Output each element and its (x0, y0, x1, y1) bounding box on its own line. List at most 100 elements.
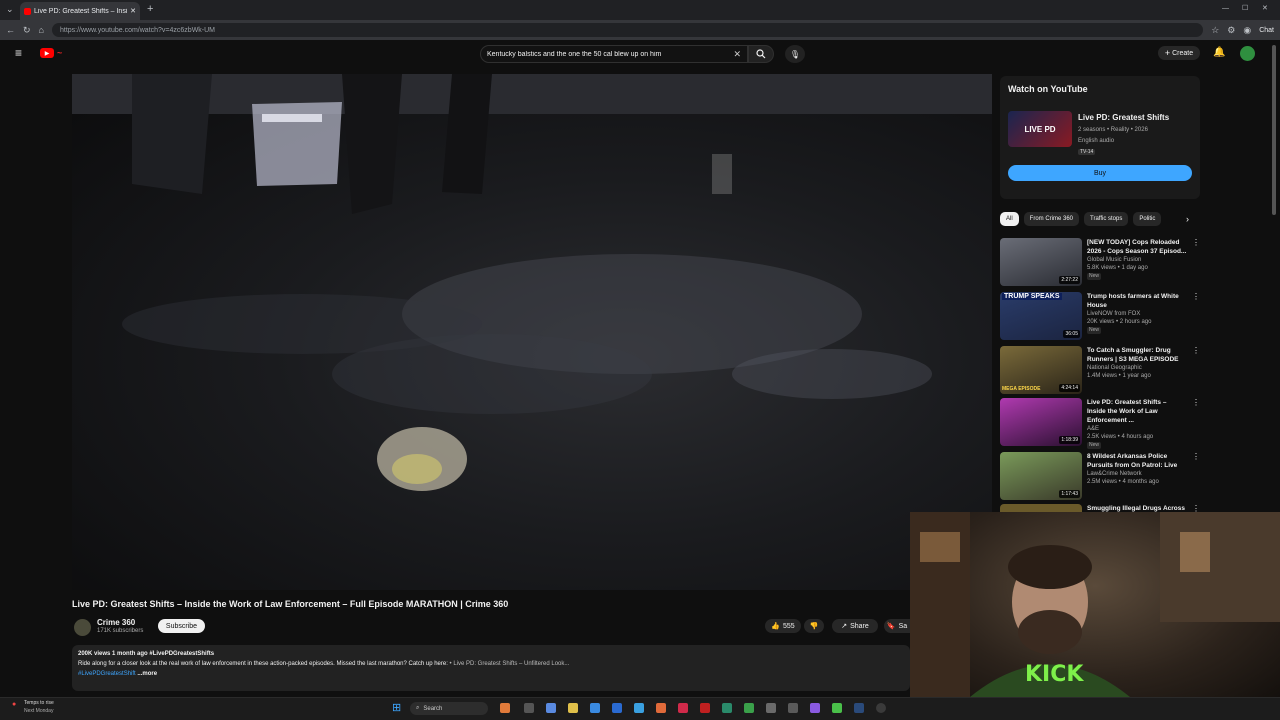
tab-list-icon[interactable]: ⌄ (6, 5, 14, 14)
description-link[interactable]: • Live PD: Greatest Shifts – Unfiltered … (450, 661, 570, 667)
youtube-logo[interactable]: ▶ ~ (40, 47, 90, 59)
search-button[interactable] (748, 45, 774, 63)
back-icon[interactable]: ← (6, 25, 15, 35)
taskbar-app-icon[interactable] (634, 703, 644, 713)
play-logo-icon: ▶ (40, 48, 54, 58)
taskbar-app-icon[interactable] (524, 703, 534, 713)
hashtag-link[interactable]: #LivePDGreatestShift (78, 671, 136, 677)
taskbar-app-icon[interactable] (876, 703, 886, 713)
folder-icon[interactable] (568, 703, 578, 713)
tab-title: Live PD: Greatest Shifts – Insi (34, 7, 128, 15)
taskbar-app-icon[interactable] (546, 703, 556, 713)
taskbar-app-icon[interactable] (590, 703, 600, 713)
dislike-button[interactable]: 👎 (804, 619, 824, 633)
more-options-icon[interactable]: ⋮ (1192, 398, 1200, 448)
more-options-icon[interactable]: ⋮ (1192, 452, 1200, 502)
avatar[interactable] (1240, 46, 1255, 61)
duration-badge: 4:24:14 (1059, 384, 1080, 392)
search-input[interactable]: Kentucky balstics and the one the 50 cal… (480, 45, 748, 63)
chip-from-channel[interactable]: From Crime 360 (1023, 212, 1080, 226)
taskbar-search[interactable]: ⌕ Search (410, 702, 488, 715)
channel-avatar[interactable] (74, 619, 91, 636)
taskbar-app-icon[interactable] (500, 703, 510, 713)
list-item[interactable]: TRUMP SPEAKS 36:05 Trump hosts farmers a… (1000, 292, 1200, 342)
taskbar-app-icon[interactable] (810, 703, 820, 713)
maximize-icon[interactable]: ☐ (1242, 5, 1248, 12)
search-query: Kentucky balstics and the one the 50 cal… (487, 50, 662, 58)
more-options-icon[interactable]: ⋮ (1192, 292, 1200, 342)
video-thumbnail[interactable]: 1:18:39 (1000, 398, 1082, 446)
taskbar-app-icon[interactable] (832, 703, 842, 713)
taskbar-app-icon[interactable] (744, 703, 754, 713)
rec-channel: Global Music Fusion (1087, 257, 1142, 263)
video-thumbnail[interactable]: MEGA EPISODE 4:24:14 (1000, 346, 1082, 394)
browser-tab[interactable]: Live PD: Greatest Shifts – Insi ✕ (20, 2, 140, 20)
taskbar-app-icon[interactable] (678, 703, 688, 713)
list-item[interactable]: 1:18:39 Live PD: Greatest Shifts – Insid… (1000, 398, 1200, 449)
extensions-icon[interactable]: ⚙ (1227, 25, 1235, 35)
show-thumbnail[interactable]: LIVE PD (1008, 111, 1072, 147)
video-player[interactable] (72, 74, 992, 590)
reload-icon[interactable]: ↻ (23, 25, 31, 35)
duration-badge: 1:17:43 (1059, 490, 1080, 498)
rec-stats: 2.5M views • 4 months ago (1087, 479, 1159, 485)
minimize-icon[interactable]: — (1222, 5, 1229, 12)
chip-traffic-stops[interactable]: Traffic stops (1084, 212, 1129, 226)
chip-all[interactable]: All (1000, 212, 1019, 226)
home-icon[interactable]: ⌂ (39, 25, 44, 35)
rating-badge: TV-14 (1078, 149, 1096, 155)
description-box[interactable]: 200K views 1 month ago #LivePDGreatestSh… (72, 645, 910, 691)
taskbar-app-icon[interactable] (788, 703, 798, 713)
subscribe-button[interactable]: Subscribe (158, 619, 205, 633)
rec-channel: LiveNOW from FOX (1087, 311, 1141, 317)
hamburger-menu-icon[interactable]: ≡ (15, 47, 22, 59)
save-button[interactable]: 🔖 Sa (884, 619, 910, 633)
chevron-right-icon[interactable]: › (1186, 214, 1189, 224)
url-field[interactable]: https://www.youtube.com/watch?v=4zc6zbWk… (51, 23, 1204, 37)
more-button[interactable]: ...more (137, 671, 157, 677)
list-item[interactable]: MEGA EPISODE 4:24:14 To Catch a Smuggler… (1000, 346, 1200, 396)
create-button[interactable]: + Create (1158, 46, 1200, 60)
video-thumbnail[interactable]: 2:27:22 (1000, 238, 1082, 286)
close-tab-icon[interactable]: ✕ (130, 7, 136, 15)
close-window-icon[interactable]: ✕ (1262, 5, 1268, 12)
create-label: Create (1172, 49, 1194, 57)
taskbar-app-icon[interactable] (766, 703, 776, 713)
taskbar-app-icon[interactable] (722, 703, 732, 713)
more-options-icon[interactable]: ⋮ (1192, 346, 1200, 396)
windows-start-icon[interactable]: ⊞ (392, 701, 401, 714)
clear-search-icon[interactable]: ✕ (733, 49, 741, 60)
doodle-logo-icon: ~ (57, 48, 63, 58)
video-thumbnail[interactable]: 1:17:43 (1000, 452, 1082, 500)
bookmark-star-icon[interactable]: ☆ (1211, 25, 1219, 35)
list-item[interactable]: 2:27:22 [NEW TODAY] Cops Reloaded 2026 -… (1000, 238, 1200, 288)
voice-search-button[interactable]: 🎙 (785, 45, 805, 63)
list-item[interactable]: 1:17:43 8 Wildest Arkansas Police Pursui… (1000, 452, 1200, 502)
share-button[interactable]: ↗ Share (832, 619, 878, 633)
rec-channel: A&E (1087, 426, 1100, 432)
firefox-icon[interactable] (656, 703, 666, 713)
page-scrollbar[interactable] (1272, 45, 1276, 215)
chat-button[interactable]: Chat (1259, 27, 1274, 34)
weather-icon[interactable]: ● (12, 701, 16, 708)
thumbs-up-icon: 👍 (771, 623, 781, 630)
rec-stats: 2.5K views • 4 hours ago (1087, 434, 1154, 440)
edge-icon[interactable] (612, 703, 622, 713)
more-options-icon[interactable]: ⋮ (1192, 238, 1200, 288)
taskbar-app-icon[interactable] (700, 703, 710, 713)
url-text: https://www.youtube.com/watch?v=4zc6zbWk… (59, 26, 216, 34)
steam-icon[interactable] (854, 703, 864, 713)
like-button[interactable]: 👍 555 (765, 619, 801, 633)
profile-icon[interactable]: ◉ (1243, 25, 1251, 35)
new-tab-icon[interactable]: + (147, 4, 153, 15)
plus-icon: + (1164, 48, 1171, 58)
show-title[interactable]: Live PD: Greatest Shifts (1078, 113, 1169, 122)
show-thumbnail-text: LIVE PD (1024, 124, 1056, 134)
channel-name[interactable]: Crime 360 (97, 618, 135, 627)
buy-button[interactable]: Buy (1008, 165, 1192, 181)
rec-channel: Law&Crime Network (1087, 471, 1142, 477)
thumbs-down-icon: 👎 (809, 623, 819, 630)
video-thumbnail[interactable]: TRUMP SPEAKS 36:05 (1000, 292, 1082, 340)
notifications-bell-icon[interactable]: 🔔 (1213, 47, 1225, 58)
chip-politics[interactable]: Politic (1133, 212, 1162, 226)
